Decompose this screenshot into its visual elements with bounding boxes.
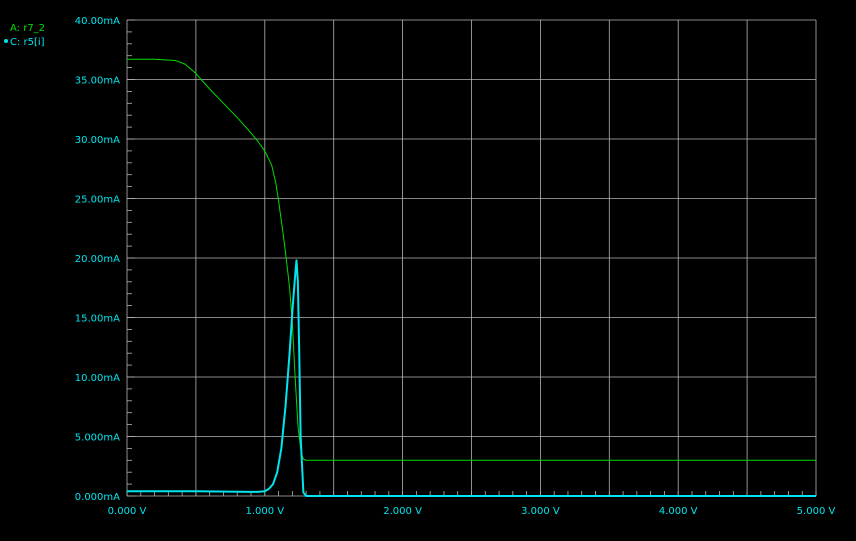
line-chart: 0.000mA 5.000mA 10.00mA 15.00mA 20.00mA 25.00… [0,0,856,536]
x-tick-label: 1.000 V [245,506,284,517]
y-tick-label: 35.00mA [75,76,120,87]
legend-entry-series-c[interactable]: C: r5[i] [10,37,45,48]
x-tick-label: 2.000 V [383,506,422,517]
x-tick-label: 3.000 V [521,506,560,517]
y-tick-label: 0.000mA [75,492,120,503]
x-tick-label: 0.000 V [108,506,147,517]
legend-entry-series-a[interactable]: A: r7_2 [10,23,45,34]
y-tick-label: 20.00mA [75,254,120,265]
y-tick-label: 10.00mA [75,373,120,384]
y-tick-label: 30.00mA [75,135,120,146]
y-tick-label: 25.00mA [75,195,120,206]
y-tick-label: 15.00mA [75,314,120,325]
y-tick-label: 40.00mA [75,16,120,27]
legend-selected-dot-icon [4,39,8,43]
chart-background [0,0,856,536]
x-tick-label: 4.000 V [659,506,698,517]
y-tick-label: 5.000mA [75,433,120,444]
x-tick-label: 5.000 V [797,506,836,517]
chart-window: 0.000mA 5.000mA 10.00mA 15.00mA 20.00mA 25.00… [0,0,856,536]
